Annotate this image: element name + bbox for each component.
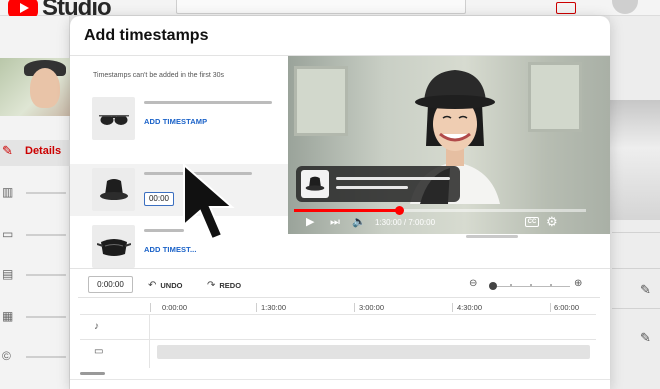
zoom-in-icon[interactable]: ⊕ [574,278,582,289]
tick-label: 4:30:00 [457,303,483,312]
sunglasses-icon [92,97,135,140]
add-timestamp-link[interactable]: ADD TIMESTAMP [144,117,207,126]
analytics-icon[interactable]: ▥ [2,186,16,199]
tick-mark [150,303,151,312]
search-bar[interactable] [176,0,466,14]
add-timestamps-dialog: Add timestamps Timestamps can't be added… [70,16,610,389]
tick-mark [256,303,257,312]
zoom-slider[interactable] [490,286,570,287]
play-icon[interactable]: ▶ [306,216,314,229]
edit-pencil-icon[interactable]: ✎ [640,282,651,298]
tick-mark [550,303,551,312]
bucket-hat-icon [92,168,135,211]
captions-icon[interactable]: CC [525,217,539,227]
pencil-icon: ✎ [2,143,13,158]
progress-scrubber[interactable] [395,206,404,215]
music-note-icon: ♪ [94,321,99,332]
copyright-icon[interactable]: © [2,350,16,363]
belt-bag-icon [92,225,135,268]
timeline-time-input[interactable]: 0:00:00 [88,276,133,293]
timestamp-hint: Timestamps can't be added in the first 3… [93,72,225,79]
zoom-tick [510,284,512,286]
time-readout: 1:30:00 / 7:00:00 [375,218,436,227]
editor-icon[interactable]: ▭ [2,228,16,241]
undo-label: UNDO [160,281,183,290]
zoom-tick [550,284,552,286]
dialog-title: Add timestamps [84,27,209,44]
volume-icon[interactable]: 🔈 [352,216,366,229]
zoom-tick [530,284,532,286]
divider [612,308,660,309]
zoom-slider-knob[interactable] [489,282,497,290]
timeline-scrollbar[interactable] [80,372,105,375]
divider [70,268,610,269]
comments-icon[interactable]: ▤ [2,268,16,281]
divider [78,297,600,298]
video-track-clip[interactable] [157,345,590,359]
undo-button[interactable]: ↶ UNDO [148,280,182,291]
overlay-subtitle-placeholder [336,186,408,189]
progress-fill [294,209,399,212]
background-window [294,66,348,136]
item-title-placeholder [144,101,272,104]
sidebar-nav-line [26,192,66,194]
undo-icon: ↶ [148,280,157,291]
list-item[interactable]: ADD TIMESTAMP [70,96,288,148]
redo-icon: ↷ [207,280,216,291]
redo-button[interactable]: ↷ REDO [207,280,241,291]
edit-pencil-icon[interactable]: ✎ [640,330,651,346]
background-window [528,62,582,132]
timestamp-time-field[interactable]: 00:00 [144,192,174,206]
sidebar-nav-line [26,274,66,276]
right-preview-image [610,100,660,220]
sidebar-nav-line [26,356,66,358]
next-icon[interactable]: ⏭ [330,216,340,229]
item-title-placeholder [144,229,184,232]
create-video-icon[interactable] [556,2,576,14]
add-timestamp-link[interactable]: ADD TIMEST... [144,245,197,254]
thumbnail-face [30,68,60,108]
player-scroll-handle[interactable] [466,235,518,238]
tick-label: 3:00:00 [359,303,385,312]
video-player[interactable]: ▶ ⏭ 🔈 1:30:00 / 7:00:00 CC ⚙ [288,56,610,234]
sidebar-nav-line [26,234,66,236]
tick-label: 0:00:00 [162,303,188,312]
tick-label: 1:30:00 [261,303,287,312]
subtitles-icon[interactable]: ▦ [2,310,16,323]
redo-label: REDO [219,281,242,290]
mouse-cursor-icon [183,163,235,241]
tick-label: 6:00:00 [554,303,580,312]
tick-mark [452,303,453,312]
zoom-out-icon[interactable]: ⊖ [469,278,477,289]
divider [612,232,660,233]
audio-track-row[interactable] [80,314,596,338]
divider [612,268,660,269]
bucket-hat-icon [301,170,329,198]
overlay-title-placeholder [336,177,450,180]
product-overlay-card[interactable] [296,166,460,202]
tick-mark [354,303,355,312]
list-item-active[interactable]: 00:00 [70,164,288,216]
video-camera-icon: ▭ [94,346,104,357]
timestamp-item-list: Timestamps can't be added in the first 3… [70,56,288,268]
settings-gear-icon[interactable]: ⚙ [546,214,558,230]
sidebar-nav-line [26,316,66,318]
divider [70,379,610,380]
sidebar-details-label: Details [25,145,62,157]
